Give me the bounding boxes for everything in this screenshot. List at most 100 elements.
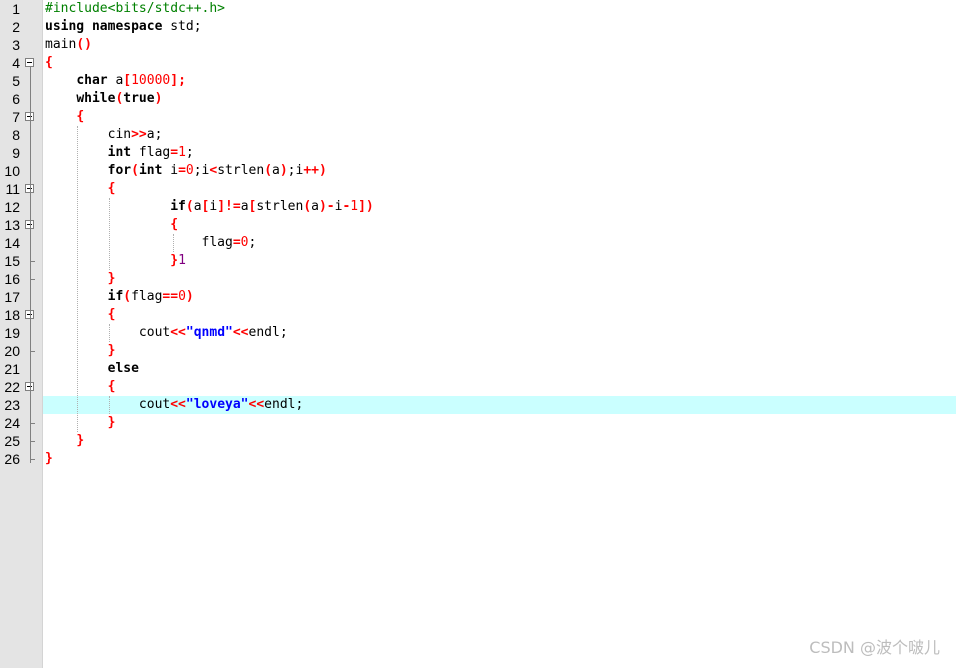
line-number: 8 [12,127,20,143]
code-line[interactable]: main() [45,36,92,54]
code-token: } [76,433,85,448]
line-number: 24 [4,415,20,431]
line-number: 3 [12,37,20,53]
line-number: 10 [4,163,20,179]
code-token: { [45,55,53,70]
line-number: 4 [12,55,20,71]
code-line[interactable]: { [45,180,116,198]
code-token: main [45,37,77,52]
code-token: char [76,73,108,88]
fold-end-marker [30,351,35,352]
code-token: flag [131,145,171,160]
fold-toggle-icon[interactable] [25,58,34,67]
line-number: 7 [12,109,20,125]
line-number: 25 [4,433,20,449]
code-line[interactable]: char a[10000]; [45,72,186,90]
code-token: 0 [178,289,186,304]
code-line[interactable]: for(int i=0;i<strlen(a);i++) [45,162,327,180]
code-editor[interactable]: 1 2 3 4 5 6 7 8 9 10 11 12 13 14 15 16 17 18 19 20 21 22 23 24 2… [0,0,956,668]
code-line[interactable]: }1 [45,252,186,270]
code-token: == [162,289,179,304]
code-token: while [76,91,116,106]
line-number: 1 [12,1,20,17]
code-line[interactable]: { [45,54,53,72]
line-number: 21 [4,361,20,377]
code-token: "qnmd" [185,325,233,340]
code-line[interactable]: cout<<"qnmd"<<endl; [45,324,288,342]
line-number: 23 [4,397,20,413]
code-token: { [107,181,116,196]
code-line[interactable]: { [45,306,116,324]
code-token: >> [131,127,147,142]
code-line[interactable]: } [45,432,84,450]
code-token: = [170,145,179,160]
code-token: 1 [178,145,186,160]
code-line[interactable]: { [45,216,178,234]
line-number: 13 [4,217,20,233]
code-line[interactable]: if(a[i]!=a[strlen(a)-i-1]) [45,198,374,216]
fold-end-marker [30,261,35,262]
code-line[interactable]: using namespace std; [45,18,202,36]
code-token: strlen [256,199,304,214]
fold-end-marker [30,423,35,424]
watermark: CSDN @波个啵儿 [809,638,940,657]
code-token: { [107,307,116,322]
code-token: using namespace [45,19,163,34]
code-token: if [107,289,124,304]
code-line[interactable]: if(flag==0) [45,288,194,306]
code-token: a [193,199,202,214]
fold-end-marker [30,459,35,460]
code-token: ;i [193,163,210,178]
code-token: a [272,163,280,178]
code-token: if [170,199,186,214]
line-number: 9 [12,145,20,161]
code-token: ]!= [217,199,241,214]
fold-line [30,67,31,463]
line-number: 17 [4,289,20,305]
code-line[interactable]: { [45,378,116,396]
code-token: = [232,235,241,250]
code-token: = [178,163,186,178]
code-line[interactable]: flag=0; [45,234,257,252]
line-number: 14 [4,235,20,251]
code-line[interactable]: #include<bits/stdc++.h> [45,0,225,18]
code-line[interactable]: cout<<"loveya"<<endl; [45,396,303,414]
code-token: a [311,199,319,214]
fold-end-marker [30,279,35,280]
code-line[interactable]: } [45,270,116,288]
code-line[interactable]: { [45,108,84,126]
code-token: ]; [170,73,186,88]
code-token: true [123,91,155,106]
code-line[interactable]: cin>>a; [45,126,163,144]
code-token: cin [45,127,132,142]
code-token: 1 [350,199,359,214]
code-token: a [107,73,124,88]
code-token: a; [146,127,163,142]
line-number: 6 [12,91,20,107]
code-line[interactable]: } [45,450,53,468]
code-token: 10000 [131,73,171,88]
code-token: "loveya" [185,397,249,412]
code-token: ( [131,163,139,178]
code-token: int [138,163,163,178]
fold-end-marker [30,441,35,442]
code-line[interactable]: while(true) [45,90,162,108]
code-line[interactable]: else [45,360,139,378]
code-line[interactable]: } [45,342,116,360]
code-token: ) [154,91,163,106]
line-number-gutter[interactable]: 1 2 3 4 5 6 7 8 9 10 11 12 13 14 15 16 17 18 19 20 21 22 23 24 2… [0,0,43,668]
code-token: { [76,109,85,124]
code-token: endl; [264,397,304,412]
code-line[interactable]: int flag=1; [45,144,194,162]
code-line[interactable]: } [45,414,116,432]
code-token: } [45,451,53,466]
